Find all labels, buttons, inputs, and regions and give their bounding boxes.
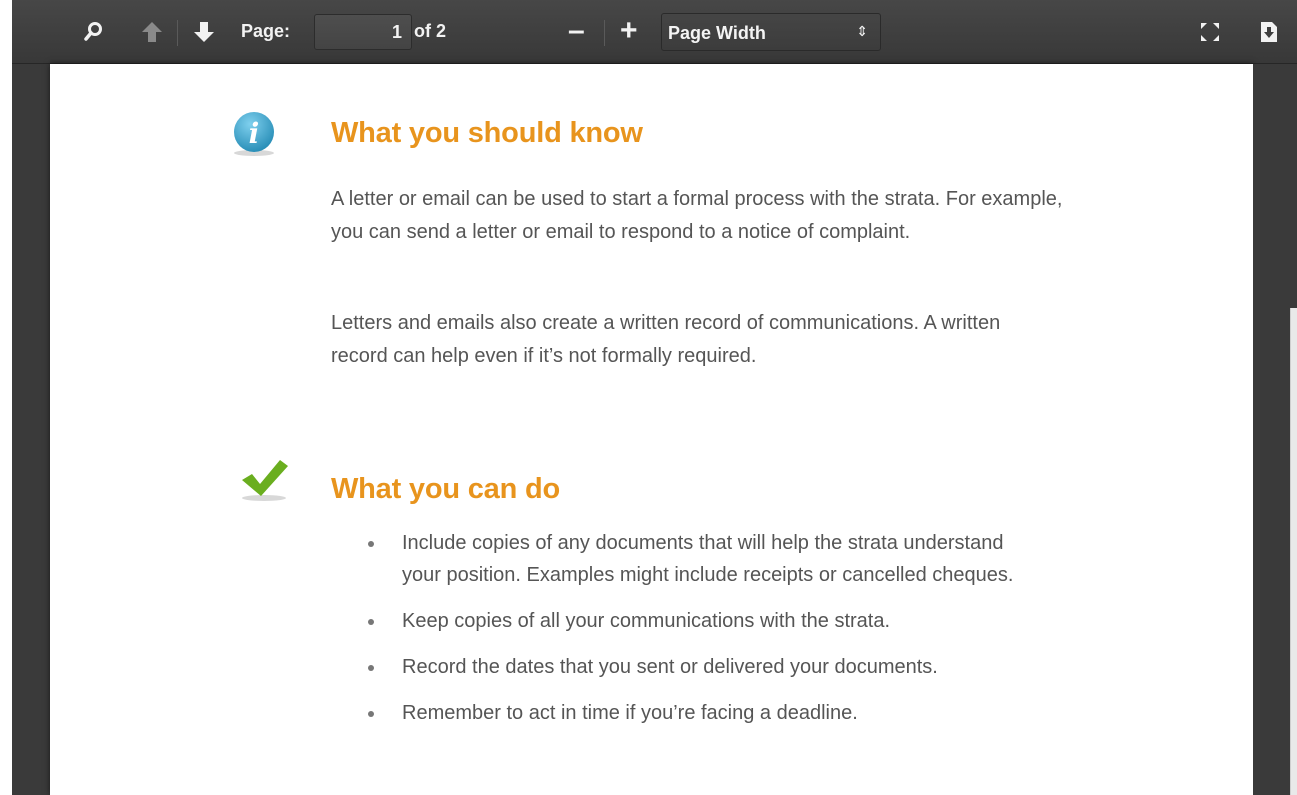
list-item: Remember to act in time if you’re facing…: [364, 697, 1044, 729]
bullet: [368, 619, 374, 625]
list-item: Keep copies of all your communications w…: [364, 605, 1044, 637]
previous-page-icon[interactable]: [140, 20, 164, 44]
list-item-text: Keep copies of all your communications w…: [402, 610, 891, 632]
zoom-select-value: Page Width: [668, 23, 766, 43]
action-list: Include copies of any documents that wil…: [364, 527, 1044, 743]
list-item-text: Remember to act in time if you’re facing…: [402, 702, 858, 724]
fullscreen-icon[interactable]: [1198, 20, 1222, 44]
page-number-input[interactable]: [314, 14, 412, 50]
svg-text:i: i: [249, 117, 260, 150]
toolbar-separator: [177, 20, 178, 46]
zoom-select[interactable]: Page Width ⇕: [661, 13, 881, 51]
list-item-text: Record the dates that you sent or delive…: [402, 656, 938, 678]
toolbar: Page: of 2 – + Page Width ⇕: [12, 0, 1297, 64]
paragraph: Letters and emails also create a written…: [331, 312, 1001, 367]
bullet: [368, 541, 374, 547]
toolbar-separator: [604, 20, 605, 46]
chevron-updown-icon: ⇕: [856, 23, 868, 39]
zoom-in-button[interactable]: +: [620, 14, 638, 48]
paragraph: A letter or email can be used to start a…: [331, 188, 1063, 243]
scrollbar[interactable]: [1290, 308, 1297, 795]
list-item-text: Include copies of any documents that wil…: [402, 532, 1014, 586]
zoom-out-button[interactable]: –: [568, 14, 585, 48]
section-heading-do: What you can do: [331, 473, 561, 505]
pdf-viewer: Page: of 2 – + Page Width ⇕: [12, 0, 1297, 795]
document-page: i What you should know A letter or email…: [50, 64, 1253, 795]
next-page-icon[interactable]: [192, 20, 216, 44]
page-total: of 2: [414, 21, 447, 41]
page-label: Page:: [241, 21, 291, 41]
info-icon: i: [230, 110, 278, 163]
search-icon[interactable]: [82, 20, 106, 44]
checkmark-icon: [240, 458, 292, 507]
download-icon[interactable]: [1257, 20, 1281, 44]
list-item: Record the dates that you sent or delive…: [364, 651, 1044, 683]
list-item: Include copies of any documents that wil…: [364, 527, 1044, 591]
section-heading-know: What you should know: [331, 117, 643, 149]
bullet: [368, 711, 374, 717]
bullet: [368, 665, 374, 671]
